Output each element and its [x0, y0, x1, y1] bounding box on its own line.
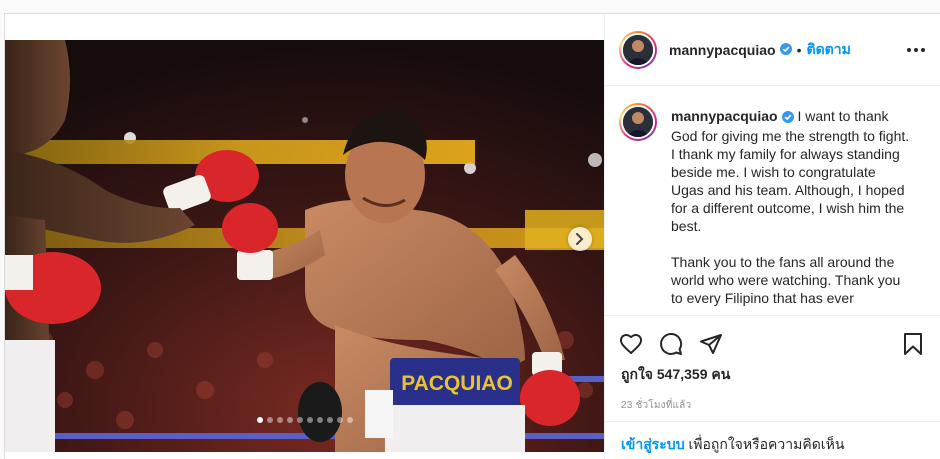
login-link[interactable]: เข้าสู่ระบบ [621, 436, 685, 452]
post-header: mannypacquiao • ติดตาม [605, 14, 940, 86]
verified-badge-icon [781, 109, 794, 127]
carousel-dot [306, 417, 313, 423]
profile-photo-icon [623, 34, 653, 65]
carousel-dot [336, 417, 343, 423]
carousel-dot [316, 417, 323, 423]
next-image-button[interactable] [568, 227, 592, 251]
caption-area: mannypacquiao I want to thank God for gi… [605, 87, 940, 315]
separator: • [796, 41, 802, 58]
login-prompt: เข้าสู่ระบบ เพื่อถูกใจหรือความคิดเห็น [605, 421, 940, 459]
caption-paragraph: Thank you to the fans all around the wor… [671, 254, 901, 306]
caption-text: mannypacquiao I want to thank God for gi… [671, 103, 911, 315]
follow-button[interactable]: ติดตาม [807, 39, 851, 61]
trunks-text: PACQUIAO [401, 372, 513, 395]
author-username[interactable]: mannypacquiao [669, 42, 776, 58]
comment-icon[interactable] [659, 332, 683, 356]
carousel-dot [276, 417, 283, 423]
carousel-dot [326, 417, 333, 423]
avatar [621, 32, 655, 67]
carousel-dot [296, 417, 303, 423]
share-icon[interactable] [699, 332, 723, 356]
login-prompt-text: เพื่อถูกใจหรือความคิดเห็น [684, 436, 845, 452]
post-timestamp[interactable]: 23 ชั่วโมงที่แล้ว [605, 386, 940, 413]
carousel-dot [286, 417, 293, 423]
profile-photo-icon [623, 107, 653, 137]
verified-badge-icon [779, 42, 792, 58]
caption-avatar-ring[interactable] [619, 103, 657, 141]
likes-count[interactable]: ถูกใจ 547,359 คน [605, 362, 940, 386]
carousel-dot [346, 417, 353, 423]
bookmark-icon[interactable] [901, 332, 925, 356]
post-photo[interactable]: PACQUIAO [5, 40, 604, 452]
post-sidebar: mannypacquiao • ติดตาม mannypacquiao I w… [604, 14, 940, 459]
boxing-photo: PACQUIAO [5, 40, 604, 452]
author-avatar-ring[interactable] [619, 30, 657, 69]
caption-username[interactable]: mannypacquiao [671, 108, 778, 124]
carousel-dot [266, 417, 273, 423]
more-options-icon[interactable] [907, 47, 925, 52]
instagram-post: PACQUIAO mannypacquiao • ติดตาม mannypac… [4, 13, 940, 459]
caption-paragraph: I want to thank God for giving me the st… [671, 108, 910, 234]
avatar [621, 105, 655, 139]
heart-icon[interactable] [619, 332, 643, 356]
chevron-right-icon [576, 233, 584, 245]
action-bar: ถูกใจ 547,359 คน 23 ชั่วโมงที่แล้ว [605, 315, 940, 413]
carousel-dot [256, 417, 263, 423]
carousel-indicators [5, 417, 604, 423]
